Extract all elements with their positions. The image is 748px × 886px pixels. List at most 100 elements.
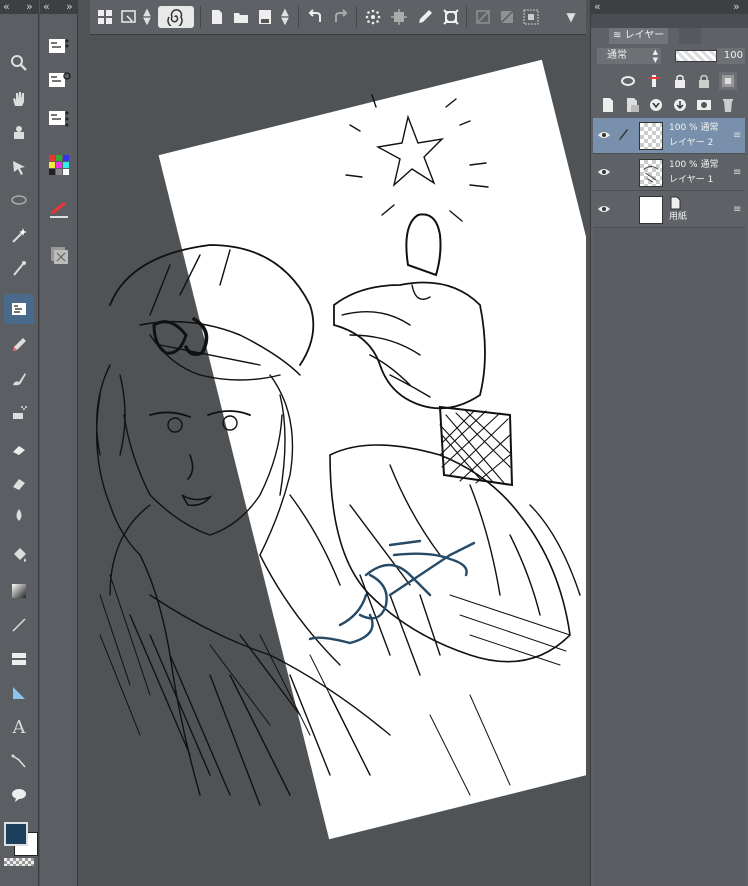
new-raster-layer-icon[interactable] xyxy=(599,96,617,114)
opacity-slider[interactable] xyxy=(675,50,717,62)
visibility-eye-icon[interactable] xyxy=(597,202,611,216)
brush-icon[interactable] xyxy=(4,364,34,394)
lasso-icon[interactable] xyxy=(4,186,34,216)
blend-mode-select[interactable]: 通常 ▲ ▼ xyxy=(597,48,661,64)
delete-layer-icon[interactable] xyxy=(719,96,737,114)
layer-row-1[interactable]: 100 % 通常 レイヤー 1 ≡ xyxy=(593,155,745,191)
color-palette-icon[interactable] xyxy=(44,150,74,180)
lock-transparency-icon[interactable] xyxy=(695,72,713,90)
layer-menu-icon[interactable]: ≡ xyxy=(733,167,741,178)
eraser-icon[interactable] xyxy=(4,434,34,464)
layer-panel: « » ≋ レイヤー 通常 ▲ ▼ 100 100 % 通常 レイヤー 2 ≡ 10… xyxy=(590,0,748,886)
collapse-icon[interactable]: « xyxy=(3,1,10,13)
sub-tool-palette: « » xyxy=(40,0,78,886)
dropdown-icon[interactable]: ▼ xyxy=(560,6,582,28)
blend-icon[interactable] xyxy=(4,500,34,530)
new-vector-layer-icon[interactable] xyxy=(623,96,641,114)
layer-row-paper[interactable]: 用紙 ≡ xyxy=(593,192,745,228)
subtool-pen-1-icon[interactable] xyxy=(44,32,74,62)
save-icon[interactable] xyxy=(254,6,276,28)
transparent-color-swatch[interactable] xyxy=(4,858,34,866)
stepper-icon[interactable]: ▲ ▼ xyxy=(278,6,292,28)
visibility-eye-icon[interactable] xyxy=(597,128,611,142)
layout-icon[interactable] xyxy=(94,6,116,28)
hand-icon[interactable] xyxy=(4,84,34,114)
pen-tool-active[interactable] xyxy=(4,294,34,324)
pen-icon[interactable] xyxy=(414,6,436,28)
tab-other[interactable] xyxy=(679,28,701,44)
layer-mask-icon[interactable] xyxy=(695,96,713,114)
layer-name: 用紙 xyxy=(669,212,688,222)
layer-menu-icon[interactable]: ≡ xyxy=(733,204,741,215)
clip-icon[interactable] xyxy=(619,72,637,90)
layer-row-2[interactable]: 100 % 通常 レイヤー 2 ≡ xyxy=(593,118,745,154)
blend-mode-value: 通常 xyxy=(607,50,627,61)
tool-palette-header: « » xyxy=(0,0,39,14)
fill-transform-icon[interactable] xyxy=(362,6,384,28)
crop-icon[interactable] xyxy=(440,6,462,28)
frame-icon[interactable] xyxy=(4,644,34,674)
lock-icon[interactable] xyxy=(671,72,689,90)
undo-icon[interactable] xyxy=(304,6,326,28)
canvas-area[interactable] xyxy=(90,35,586,886)
layer-panel-header: « » xyxy=(591,0,748,14)
layer-thumbnail xyxy=(639,159,663,187)
stepper-icon[interactable]: ▲ ▼ xyxy=(140,6,154,28)
magic-wand-icon[interactable] xyxy=(4,220,34,250)
layer-tabs-bar xyxy=(591,14,748,28)
fill-icon[interactable] xyxy=(4,540,34,570)
strikethrough-icon[interactable] xyxy=(472,6,494,28)
material-icon[interactable] xyxy=(44,240,74,270)
tab-layers-label: レイヤー xyxy=(624,30,665,41)
expand-icon[interactable]: » xyxy=(733,1,740,13)
line-icon[interactable] xyxy=(4,610,34,640)
subtool-pen-3-icon[interactable] xyxy=(44,104,74,134)
reference-icon[interactable] xyxy=(645,72,663,90)
tool-palette: « » A xyxy=(0,0,39,886)
merge-down-icon[interactable] xyxy=(671,96,689,114)
paper-icon xyxy=(670,196,681,210)
gradient-icon[interactable] xyxy=(4,576,34,606)
visibility-eye-icon[interactable] xyxy=(597,165,611,179)
expand-icon[interactable] xyxy=(388,6,410,28)
hatch-icon[interactable] xyxy=(496,6,518,28)
redo-icon[interactable] xyxy=(330,6,352,28)
layer-name: レイヤー 2 xyxy=(669,138,714,148)
layer-thumbnail xyxy=(639,196,663,224)
spiral-icon[interactable] xyxy=(158,6,194,28)
layer-blend-info: 100 % 通常 xyxy=(669,160,719,170)
sketch-artwork xyxy=(95,94,581,806)
layer-menu-icon[interactable]: ≡ xyxy=(733,130,741,141)
expand-icon[interactable]: » xyxy=(26,1,33,13)
new-file-icon[interactable] xyxy=(206,6,228,28)
move-layer-down-icon[interactable] xyxy=(647,96,665,114)
expand-icon[interactable]: » xyxy=(66,1,73,13)
main-color-swatch[interactable] xyxy=(4,822,28,846)
decorate-icon[interactable] xyxy=(4,468,34,498)
open-folder-icon[interactable] xyxy=(230,6,252,28)
move-icon[interactable] xyxy=(4,152,34,182)
brush-size-icon[interactable] xyxy=(44,194,74,224)
correct-line-icon[interactable] xyxy=(4,746,34,776)
grid-icon[interactable] xyxy=(520,6,542,28)
collapse-icon[interactable]: « xyxy=(43,1,50,13)
layer-blend-info: 100 % 通常 xyxy=(669,123,719,133)
mask-icon[interactable] xyxy=(719,72,737,90)
eyedropper-icon[interactable] xyxy=(4,254,34,284)
zoom-icon[interactable] xyxy=(4,48,34,78)
subtool-pen-2-icon[interactable] xyxy=(44,66,74,96)
layer-list-empty-area[interactable] xyxy=(593,229,745,886)
rotate-icon[interactable] xyxy=(4,118,34,148)
layer-thumbnail xyxy=(639,122,663,150)
sub-tool-header: « » xyxy=(40,0,78,14)
text-icon[interactable]: A xyxy=(4,712,34,742)
pencil-icon[interactable] xyxy=(4,330,34,360)
layers-icon: ≋ xyxy=(613,30,625,41)
tab-layers[interactable]: ≋ レイヤー xyxy=(609,28,669,44)
opacity-value[interactable]: 100 xyxy=(717,48,745,64)
balloon-icon[interactable] xyxy=(4,780,34,810)
ruler-icon[interactable] xyxy=(4,678,34,708)
collapse-icon[interactable]: « xyxy=(594,1,601,13)
screen-capture-icon[interactable] xyxy=(118,6,140,28)
airbrush-icon[interactable] xyxy=(4,398,34,428)
